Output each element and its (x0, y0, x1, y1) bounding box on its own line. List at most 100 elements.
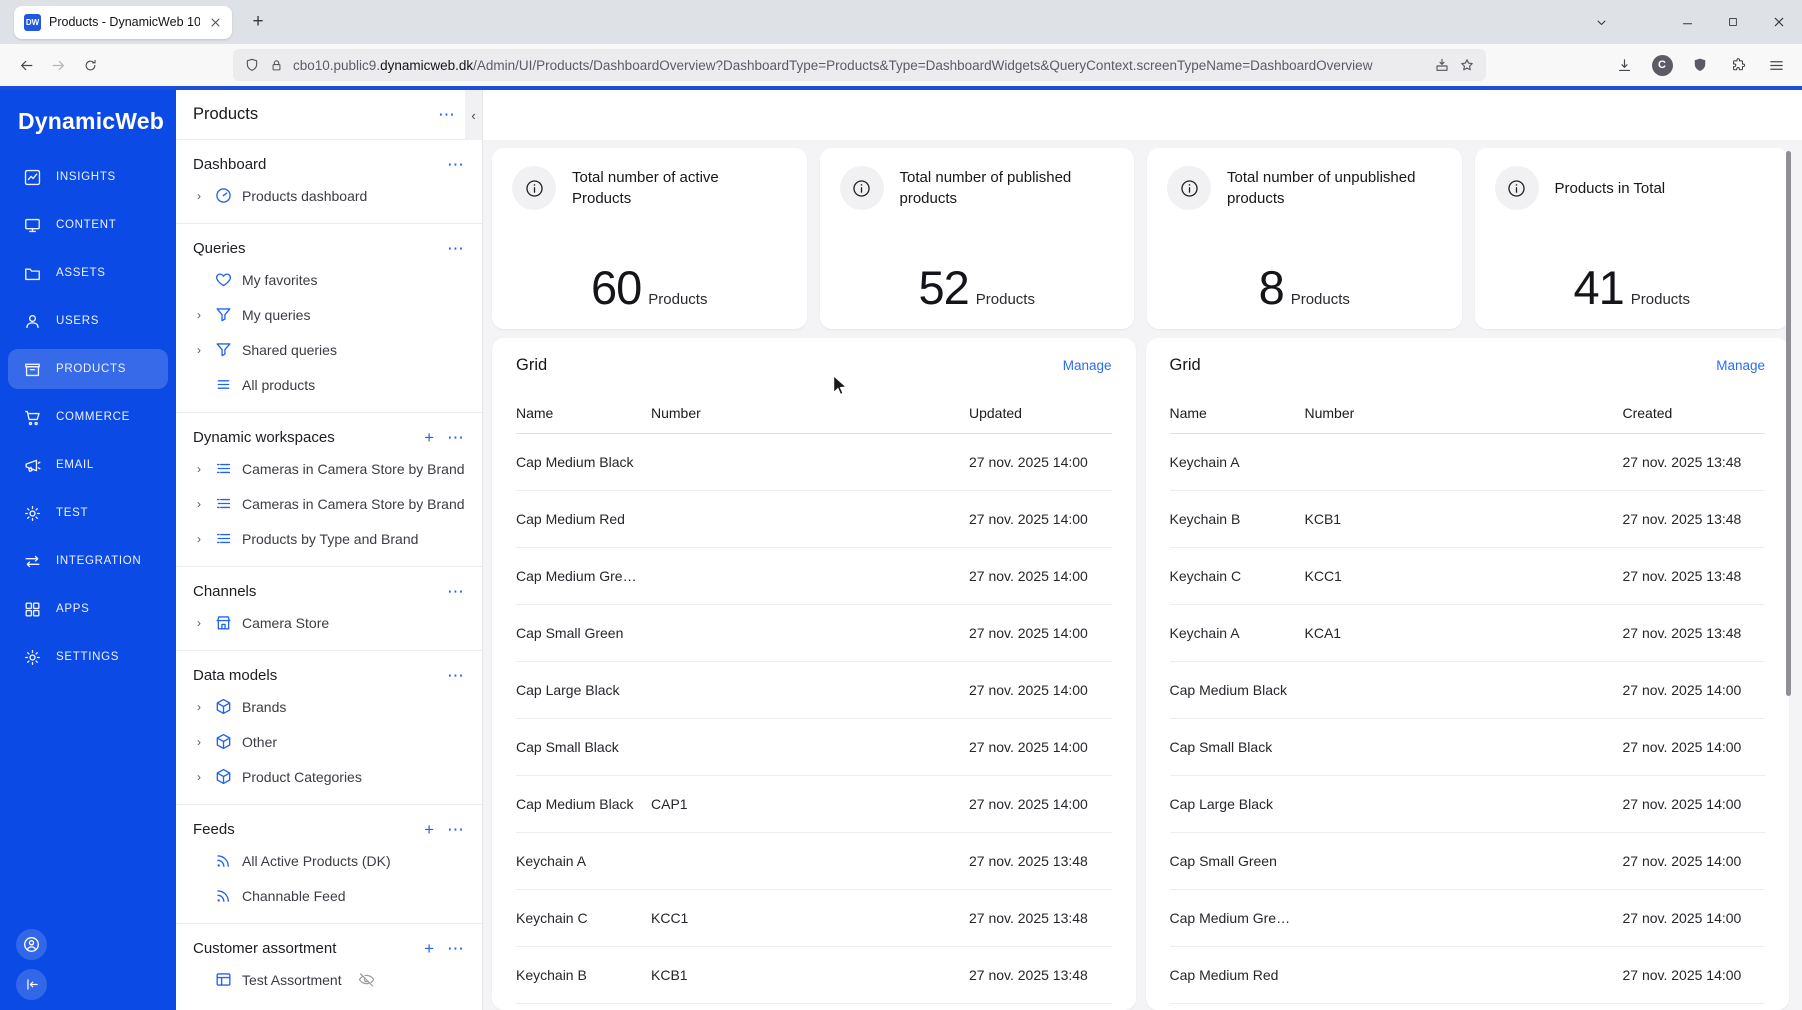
section-add-button[interactable]: + (424, 429, 434, 446)
chevron-right-icon[interactable]: › (193, 462, 205, 476)
extensions-puzzle-icon[interactable] (1722, 49, 1754, 81)
table-row[interactable]: Cap Medium Red 27 nov. 2025 14:00 (1169, 947, 1765, 1004)
tree-item-feed[interactable]: Channable Feed (193, 878, 464, 913)
table-row[interactable]: Cap Medium Red 27 nov. 2025 14:00 (516, 491, 1112, 548)
table-row[interactable]: Cap Large Black 27 nov. 2025 14:00 (1169, 776, 1765, 833)
sidebar-item-products[interactable]: PRODUCTS (8, 349, 168, 389)
tab-close-icon[interactable] (208, 15, 224, 30)
tree-item-my-queries[interactable]: › My queries (193, 297, 464, 332)
table-row[interactable]: Cap Small Green 27 nov. 2025 14:00 (516, 605, 1112, 662)
tree-item-shared-queries[interactable]: › Shared queries (193, 332, 464, 367)
sidebar-item-apps[interactable]: APPS (8, 589, 168, 629)
section-menu-dots[interactable]: ⋯ (447, 156, 464, 173)
chevron-right-icon[interactable]: › (193, 497, 205, 511)
info-icon[interactable] (1494, 166, 1539, 210)
sidebar-item-insights[interactable]: INSIGHTS (8, 157, 168, 197)
chevron-right-icon[interactable]: › (193, 700, 205, 714)
profile-button[interactable] (16, 929, 47, 960)
collapse-sidebar-button[interactable] (16, 969, 47, 1000)
table-row[interactable]: Cap Large Black 27 nov. 2025 14:00 (516, 662, 1112, 719)
sidebar-item-email[interactable]: EMAIL (8, 445, 168, 485)
table-row[interactable]: Keychain C KCC1 27 nov. 2025 13:48 (516, 890, 1112, 947)
tree-item-brands[interactable]: › Brands (193, 689, 464, 724)
section-menu-dots[interactable]: ⋯ (447, 940, 464, 957)
extension-c-icon[interactable]: C (1646, 49, 1678, 81)
browser-tab[interactable]: DW Products - DynamicWeb 10 (14, 5, 232, 39)
table-row[interactable]: Cap Small Black 27 nov. 2025 14:00 (516, 719, 1112, 776)
tab-list-chevron-icon[interactable] (1578, 0, 1624, 44)
tree-item-feed[interactable]: All Active Products (DK) (193, 843, 464, 878)
lock-icon[interactable] (269, 58, 284, 73)
sidebar-item-users[interactable]: USERS (8, 301, 168, 341)
new-tab-button[interactable]: + (242, 6, 274, 38)
tree-item-other[interactable]: › Other (193, 724, 464, 759)
tree-item-workspace[interactable]: › Cameras in Camera Store by Brand & Ler (193, 486, 464, 521)
section-menu-dots[interactable]: ⋯ (447, 240, 464, 257)
window-minimize-button[interactable] (1664, 0, 1710, 44)
bookmark-star-icon[interactable] (1459, 57, 1475, 73)
back-button[interactable] (10, 49, 42, 81)
forward-button[interactable] (42, 49, 74, 81)
chevron-right-icon[interactable]: › (193, 616, 205, 630)
sidebar-item-test[interactable]: TEST (8, 493, 168, 533)
chevron-right-icon[interactable]: › (193, 189, 205, 203)
section-add-button[interactable]: + (424, 821, 434, 838)
table-row[interactable]: Cap Small Black 27 nov. 2025 14:00 (1169, 719, 1765, 776)
table-row[interactable]: Keychain B KCB1 27 nov. 2025 13:48 (1169, 491, 1765, 548)
table-row[interactable]: Keychain B KCB1 27 nov. 2025 13:48 (516, 947, 1112, 1004)
info-icon[interactable] (1167, 166, 1211, 210)
menu-hamburger-icon[interactable] (1760, 49, 1792, 81)
column-header-created[interactable]: Created (1623, 405, 1766, 421)
tree-item-test-assortment[interactable]: Test Assortment (193, 962, 464, 997)
column-header-name[interactable]: Name (1170, 405, 1305, 421)
info-icon[interactable] (512, 166, 556, 210)
tree-item-products-dashboard[interactable]: › Products dashboard (193, 178, 464, 213)
downloads-icon[interactable] (1608, 49, 1640, 81)
chevron-right-icon[interactable]: › (193, 343, 205, 357)
section-menu-dots[interactable]: ⋯ (447, 667, 464, 684)
section-menu-dots[interactable]: ⋯ (447, 821, 464, 838)
sidebar-item-content[interactable]: CONTENT (8, 205, 168, 245)
sidebar-item-assets[interactable]: ASSETS (8, 253, 168, 293)
url-bar[interactable]: cbo10.public9.dynamicweb.dk/Admin/UI/Pro… (233, 49, 1486, 81)
tree-item-product-categories[interactable]: › Product Categories (193, 759, 464, 794)
table-row[interactable]: Cap Medium Gre… 27 nov. 2025 14:00 (516, 548, 1112, 605)
tree-item-my-favorites[interactable]: My favorites (193, 262, 464, 297)
manage-link[interactable]: Manage (1063, 358, 1112, 373)
chevron-right-icon[interactable]: › (193, 735, 205, 749)
column-header-number[interactable]: Number (651, 405, 969, 421)
section-menu-dots[interactable]: ⋯ (447, 583, 464, 600)
tree-item-workspace[interactable]: › Cameras in Camera Store by Brand (193, 451, 464, 486)
table-row[interactable]: Cap Medium Gre… 27 nov. 2025 14:00 (1169, 890, 1765, 947)
content-scrollbar[interactable] (1786, 151, 1791, 696)
table-row[interactable]: Cap Small Green 27 nov. 2025 14:00 (1169, 833, 1765, 890)
sidebar-item-integration[interactable]: INTEGRATION (8, 541, 168, 581)
sidebar-item-settings[interactable]: SETTINGS (8, 637, 168, 677)
reload-button[interactable] (74, 49, 106, 81)
table-row[interactable]: Keychain A 27 nov. 2025 13:48 (516, 833, 1112, 890)
tree-item-all-products[interactable]: All products (193, 367, 464, 402)
column-header-name[interactable]: Name (516, 405, 651, 421)
save-page-icon[interactable] (1434, 57, 1450, 73)
tree-menu-dots[interactable]: ⋯ (438, 106, 455, 123)
table-row[interactable]: Cap Medium Black 27 nov. 2025 14:00 (1169, 662, 1765, 719)
table-row[interactable]: Keychain A KCA1 27 nov. 2025 13:48 (1169, 605, 1765, 662)
manage-link[interactable]: Manage (1716, 358, 1765, 373)
table-row[interactable]: Cap Medium Black CAP1 27 nov. 2025 14:00 (516, 776, 1112, 833)
collapse-panel-icon[interactable]: ‹ (465, 90, 482, 140)
tree-item-workspace[interactable]: › Products by Type and Brand (193, 521, 464, 556)
chevron-right-icon[interactable]: › (193, 770, 205, 784)
chevron-right-icon[interactable]: › (193, 308, 205, 322)
chevron-right-icon[interactable]: › (193, 532, 205, 546)
info-icon[interactable] (839, 166, 884, 210)
table-row[interactable]: Keychain A 27 nov. 2025 13:48 (1169, 434, 1765, 491)
section-add-button[interactable]: + (424, 940, 434, 957)
table-row[interactable]: Cap Medium Black 27 nov. 2025 14:00 (516, 434, 1112, 491)
column-header-updated[interactable]: Updated (969, 405, 1112, 421)
window-close-button[interactable] (1756, 0, 1802, 44)
sidebar-item-commerce[interactable]: COMMERCE (8, 397, 168, 437)
window-maximize-button[interactable] (1710, 0, 1756, 44)
column-header-number[interactable]: Number (1305, 405, 1623, 421)
table-row[interactable]: Keychain C KCC1 27 nov. 2025 13:48 (1169, 548, 1765, 605)
adblock-shield-icon[interactable] (1684, 49, 1716, 81)
